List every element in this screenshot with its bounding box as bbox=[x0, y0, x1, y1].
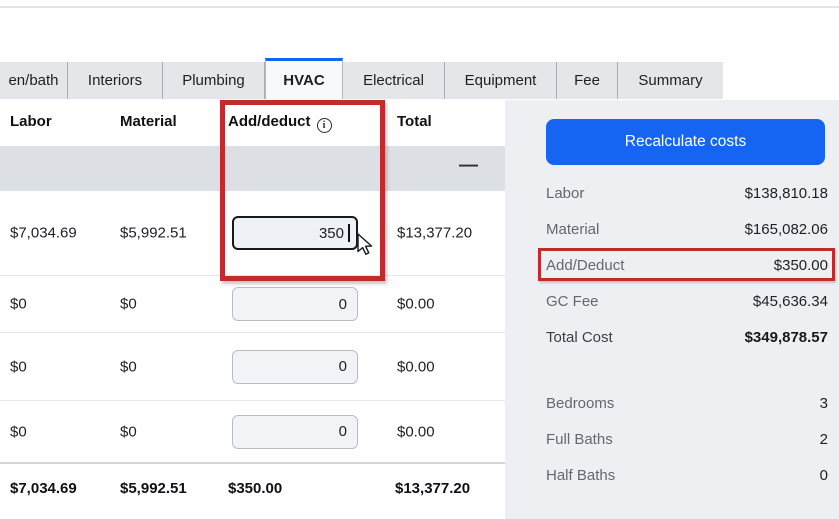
group-empty-dash: — bbox=[459, 155, 478, 177]
material-value: $0 bbox=[120, 358, 137, 375]
category-tabbar: en/bath Interiors Plumbing HVAC Electric… bbox=[0, 62, 723, 99]
tab-electrical[interactable]: Electrical bbox=[343, 62, 445, 99]
total-value: $0.00 bbox=[397, 423, 435, 440]
summary-value: $349,878.57 bbox=[745, 329, 828, 346]
labor-value: $0 bbox=[10, 423, 27, 440]
stat-label: Full Baths bbox=[546, 431, 613, 448]
material-value: $0 bbox=[120, 296, 137, 313]
material-value: $0 bbox=[120, 423, 137, 440]
add-deduct-input[interactable] bbox=[232, 415, 358, 449]
summary-label: GC Fee bbox=[546, 293, 599, 310]
group-section-row: — bbox=[0, 146, 505, 191]
material-value: $5,992.51 bbox=[120, 225, 187, 242]
table-header-row: Labor Material Add/deducti Total bbox=[0, 100, 505, 146]
summary-row-gc-fee: GC Fee $45,636.34 bbox=[546, 289, 828, 313]
table-totals-row: $7,034.69 $5,992.51 $350.00 $13,377.20 bbox=[0, 464, 505, 519]
summary-row-total-cost: Total Cost $349,878.57 bbox=[546, 325, 828, 349]
add-deduct-input[interactable] bbox=[232, 287, 358, 321]
summary-label: Labor bbox=[546, 185, 584, 202]
total-value: $13,377.20 bbox=[397, 225, 472, 242]
stat-row-bedrooms: Bedrooms 3 bbox=[546, 391, 828, 415]
column-header-add-deduct: Add/deducti bbox=[228, 113, 332, 133]
table-row: $7,034.69 $5,992.51 $13,377.20 bbox=[0, 191, 505, 276]
top-divider bbox=[0, 6, 839, 8]
stat-label: Bedrooms bbox=[546, 395, 614, 412]
summary-value: $350.00 bbox=[774, 257, 828, 274]
table-row: $0 $0 $0.00 bbox=[0, 333, 505, 401]
tab-interiors[interactable]: Interiors bbox=[68, 62, 163, 99]
stat-value: 0 bbox=[820, 467, 828, 484]
info-icon[interactable]: i bbox=[317, 118, 332, 133]
add-deduct-input[interactable] bbox=[232, 216, 358, 250]
summary-row-labor: Labor $138,810.18 bbox=[546, 181, 828, 205]
summary-row-add-deduct: Add/Deduct $350.00 bbox=[546, 253, 828, 277]
estimator-page: en/bath Interiors Plumbing HVAC Electric… bbox=[0, 0, 839, 519]
summary-label: Material bbox=[546, 221, 599, 238]
grand-total: $13,377.20 bbox=[395, 480, 470, 497]
tab-equipment[interactable]: Equipment bbox=[445, 62, 557, 99]
tab-kitchen-bath[interactable]: en/bath bbox=[0, 62, 68, 99]
column-header-material: Material bbox=[120, 113, 177, 130]
summary-value: $165,082.06 bbox=[745, 221, 828, 238]
column-header-labor: Labor bbox=[10, 113, 52, 130]
labor-value: $7,034.69 bbox=[10, 225, 77, 242]
material-total: $5,992.51 bbox=[120, 480, 187, 497]
recalculate-costs-button[interactable]: Recalculate costs bbox=[546, 119, 825, 165]
stat-value: 3 bbox=[820, 395, 828, 412]
summary-label: Add/Deduct bbox=[546, 257, 624, 274]
table-row: $0 $0 $0.00 bbox=[0, 276, 505, 333]
labor-value: $0 bbox=[10, 296, 27, 313]
labor-value: $0 bbox=[10, 358, 27, 375]
summary-value: $45,636.34 bbox=[753, 293, 828, 310]
table-row: $0 $0 $0.00 bbox=[0, 401, 505, 464]
stat-value: 2 bbox=[820, 431, 828, 448]
tab-fee[interactable]: Fee bbox=[557, 62, 618, 99]
hvac-cost-table: Labor Material Add/deducti Total — $7,03… bbox=[0, 100, 505, 519]
labor-total: $7,034.69 bbox=[10, 480, 77, 497]
total-value: $0.00 bbox=[397, 358, 435, 375]
stat-label: Half Baths bbox=[546, 467, 615, 484]
stat-row-half-baths: Half Baths 0 bbox=[546, 463, 828, 487]
tab-hvac[interactable]: HVAC bbox=[265, 58, 343, 99]
summary-row-material: Material $165,082.06 bbox=[546, 217, 828, 241]
column-header-total: Total bbox=[397, 113, 432, 130]
total-value: $0.00 bbox=[397, 296, 435, 313]
cost-summary-panel: Recalculate costs Labor $138,810.18 Mate… bbox=[505, 100, 839, 519]
text-caret bbox=[348, 224, 350, 242]
add-deduct-total: $350.00 bbox=[228, 480, 282, 497]
summary-label: Total Cost bbox=[546, 329, 613, 346]
tab-summary[interactable]: Summary bbox=[618, 62, 723, 99]
add-deduct-input[interactable] bbox=[232, 350, 358, 384]
tab-plumbing[interactable]: Plumbing bbox=[163, 62, 265, 99]
summary-value: $138,810.18 bbox=[745, 185, 828, 202]
stat-row-full-baths: Full Baths 2 bbox=[546, 427, 828, 451]
